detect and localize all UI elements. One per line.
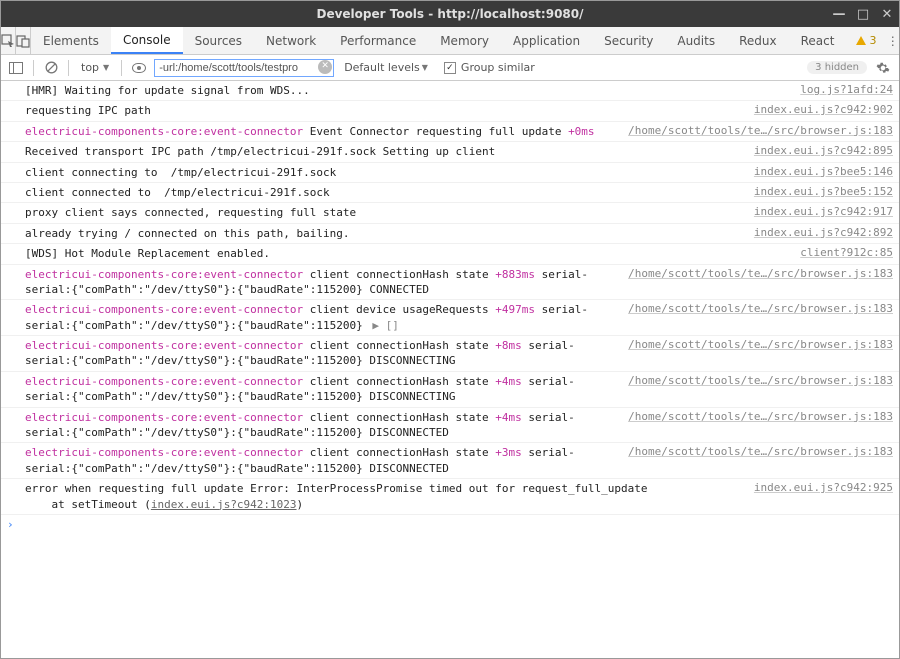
log-message: error when requesting full update Error:… [25,481,744,512]
close-icon[interactable]: ✕ [879,6,895,22]
log-entry: electricui-components-core:event-connect… [1,336,899,372]
live-expression-icon[interactable] [128,58,150,78]
filter-input[interactable] [154,59,334,77]
log-entry: electricui-components-core:event-connect… [1,122,899,142]
tab-memory[interactable]: Memory [428,27,501,54]
source-link[interactable]: index.eui.js?c942:925 [744,481,893,494]
source-link[interactable]: /home/scott/tools/te…/src/browser.js:183 [618,410,893,423]
source-link[interactable]: index.eui.js?c942:917 [744,205,893,218]
source-link[interactable]: /home/scott/tools/te…/src/browser.js:183 [618,267,893,280]
window-title: Developer Tools - http://localhost:9080/ [316,7,583,21]
log-entry: electricui-components-core:event-connect… [1,300,899,336]
log-entry: [WDS] Hot Module Replacement enabled.cli… [1,244,899,264]
log-entry: electricui-components-core:event-connect… [1,265,899,301]
log-entry: already trying / connected on this path,… [1,224,899,244]
source-link[interactable]: index.eui.js?bee5:146 [744,165,893,178]
maximize-icon[interactable]: □ [855,6,871,22]
stack-frame-link[interactable]: index.eui.js?c942:1023 [151,498,297,511]
title-bar: Developer Tools - http://localhost:9080/… [1,1,899,27]
tab-network[interactable]: Network [254,27,328,54]
warning-count[interactable]: 3 [846,27,886,54]
source-link[interactable]: index.eui.js?c942:892 [744,226,893,239]
source-link[interactable]: /home/scott/tools/te…/src/browser.js:183 [618,302,893,315]
log-entry: error when requesting full update Error:… [1,479,899,515]
console-input[interactable] [20,518,893,531]
source-link[interactable]: index.eui.js?c942:895 [744,144,893,157]
tab-security[interactable]: Security [592,27,665,54]
more-menu-icon[interactable]: ⋮ [886,27,899,54]
panel-tabs: ElementsConsoleSourcesNetworkPerformance… [1,27,899,55]
chevron-down-icon: ▼ [103,63,109,72]
log-entry: proxy client says connected, requesting … [1,203,899,223]
log-message: electricui-components-core:event-connect… [25,410,618,441]
device-toggle-icon[interactable] [16,27,31,54]
log-entry: client connecting to /tmp/electricui-291… [1,163,899,183]
source-link[interactable]: /home/scott/tools/te…/src/browser.js:183 [618,445,893,458]
console-toolbar: top ▼ ✕ Default levels ▼ ✓ Group similar… [1,55,899,81]
log-message: client connecting to /tmp/electricui-291… [25,165,744,180]
context-selector[interactable]: top ▼ [75,61,115,74]
source-link[interactable]: /home/scott/tools/te…/src/browser.js:183 [618,374,893,387]
clear-filter-icon[interactable]: ✕ [318,60,332,74]
source-link[interactable]: /home/scott/tools/te…/src/browser.js:183 [618,124,893,137]
log-entry: electricui-components-core:event-connect… [1,408,899,444]
chevron-down-icon: ▼ [422,63,428,72]
source-link[interactable]: log.js?1afd:24 [790,83,893,96]
source-link[interactable]: client?912c:85 [790,246,893,259]
console-output: [HMR] Waiting for update signal from WDS… [1,81,899,658]
settings-icon[interactable] [871,61,895,75]
prompt-caret-icon: › [7,518,14,531]
source-link[interactable]: /home/scott/tools/te…/src/browser.js:183 [618,338,893,351]
log-message: electricui-components-core:event-connect… [25,338,618,369]
log-message: electricui-components-core:event-connect… [25,267,618,298]
tab-elements[interactable]: Elements [31,27,111,54]
clear-console-icon[interactable] [40,58,62,78]
log-message: [HMR] Waiting for update signal from WDS… [25,83,790,98]
tab-react[interactable]: React [789,27,847,54]
tab-console[interactable]: Console [111,27,183,54]
log-entry: Received transport IPC path /tmp/electri… [1,142,899,162]
checkbox-checked-icon: ✓ [444,62,456,74]
warning-icon [856,36,866,45]
console-prompt[interactable]: › [1,515,899,534]
tab-audits[interactable]: Audits [665,27,727,54]
tab-sources[interactable]: Sources [183,27,254,54]
tab-redux[interactable]: Redux [727,27,789,54]
window-controls: — □ ✕ [831,1,895,27]
log-message: requesting IPC path [25,103,744,118]
log-levels-select[interactable]: Default levels ▼ [338,61,434,74]
log-message: Received transport IPC path /tmp/electri… [25,144,744,159]
log-message: electricui-components-core:event-connect… [25,374,618,405]
filter-wrap: ✕ [154,59,334,77]
log-message: already trying / connected on this path,… [25,226,744,241]
log-entry: [HMR] Waiting for update signal from WDS… [1,81,899,101]
expand-icon[interactable]: ▶ [] [372,319,399,332]
log-message: proxy client says connected, requesting … [25,205,744,220]
tab-application[interactable]: Application [501,27,592,54]
log-entry: client connected to /tmp/electricui-291f… [1,183,899,203]
log-entry: electricui-components-core:event-connect… [1,372,899,408]
log-message: [WDS] Hot Module Replacement enabled. [25,246,790,261]
log-message: electricui-components-core:event-connect… [25,302,618,333]
toggle-sidebar-icon[interactable] [5,58,27,78]
tab-performance[interactable]: Performance [328,27,428,54]
log-entry: electricui-components-core:event-connect… [1,443,899,479]
hidden-count[interactable]: 3 hidden [807,61,867,74]
log-entry: requesting IPC pathindex.eui.js?c942:902 [1,101,899,121]
log-message: electricui-components-core:event-connect… [25,124,618,139]
minimize-icon[interactable]: — [831,6,847,22]
log-message: electricui-components-core:event-connect… [25,445,618,476]
group-similar-checkbox[interactable]: ✓ Group similar [438,61,541,74]
source-link[interactable]: index.eui.js?bee5:152 [744,185,893,198]
log-message: client connected to /tmp/electricui-291f… [25,185,744,200]
source-link[interactable]: index.eui.js?c942:902 [744,103,893,116]
inspect-element-icon[interactable] [1,27,16,54]
